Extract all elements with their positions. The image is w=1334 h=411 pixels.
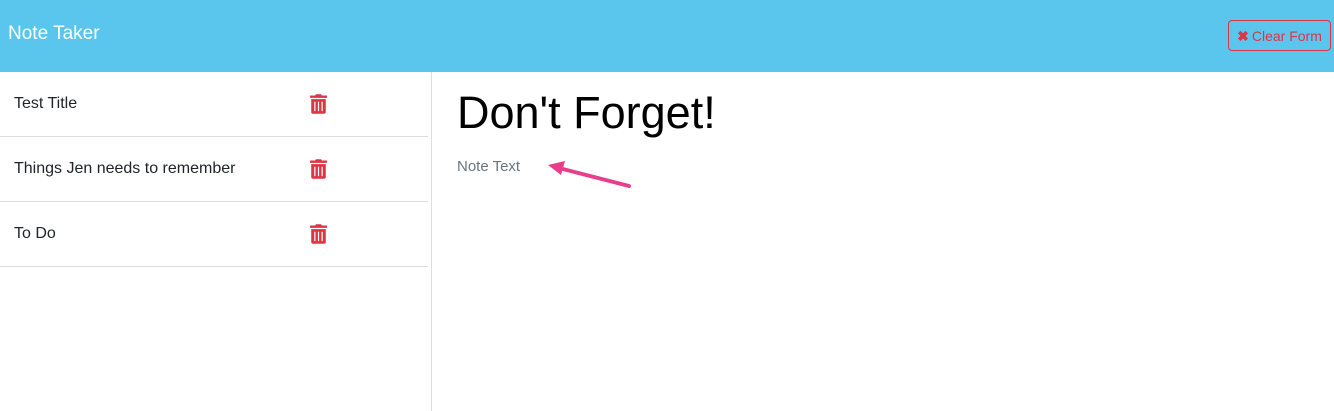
note-editor: Don't Forget! bbox=[432, 72, 1334, 411]
brand-title[interactable]: Note Taker bbox=[8, 22, 100, 46]
note-title-input[interactable]: Don't Forget! bbox=[457, 86, 716, 140]
note-list-item[interactable]: Test Title bbox=[0, 72, 428, 137]
close-icon: ✖ bbox=[1237, 27, 1249, 44]
trash-icon[interactable] bbox=[310, 94, 327, 114]
clear-form-label: Clear Form bbox=[1251, 27, 1322, 44]
notes-sidebar: Test Title Things Jen needs to remember … bbox=[0, 72, 432, 411]
trash-icon[interactable] bbox=[310, 159, 327, 179]
note-list-item-title: Test Title bbox=[14, 95, 78, 112]
trash-icon[interactable] bbox=[310, 224, 327, 244]
note-list-item-title: To Do bbox=[14, 225, 56, 242]
clear-form-button[interactable]: ✖ Clear Form bbox=[1228, 20, 1331, 51]
navbar: Note Taker ✖ Clear Form bbox=[0, 0, 1334, 72]
note-list-item-title: Things Jen needs to remember bbox=[14, 160, 236, 177]
annotation-arrow-icon bbox=[548, 161, 631, 188]
note-list-item[interactable]: To Do bbox=[0, 202, 428, 267]
note-list-item[interactable]: Things Jen needs to remember bbox=[0, 137, 428, 202]
